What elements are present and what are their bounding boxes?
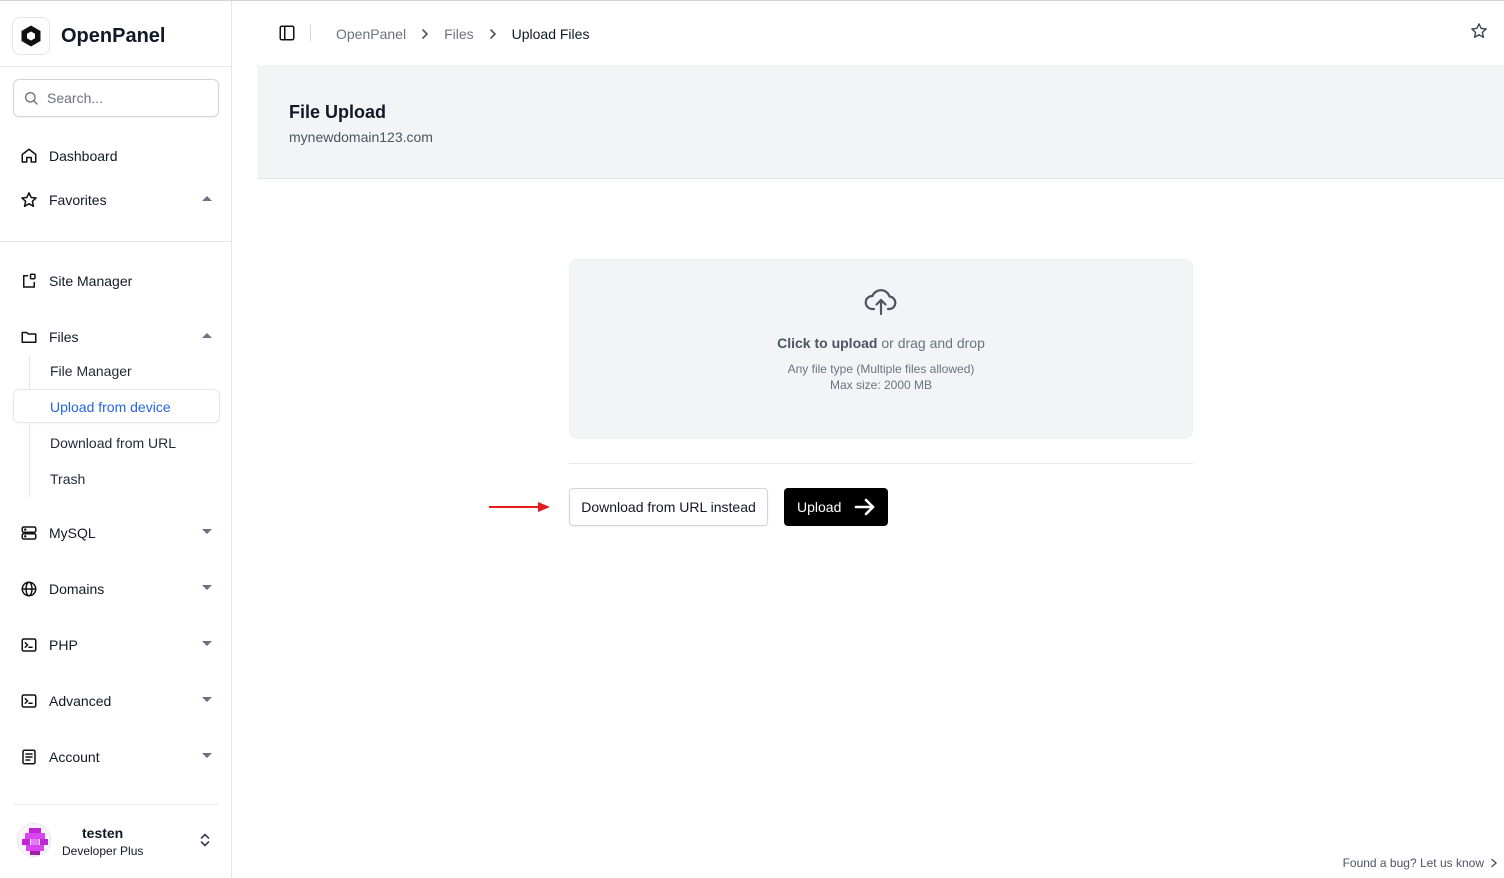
star-icon[interactable] (1470, 22, 1488, 40)
app-name: OpenPanel (61, 24, 166, 47)
sidebar-item-label: Advanced (49, 693, 112, 709)
click-to-upload-text[interactable]: Click to upload (777, 335, 877, 351)
user-plan: Developer Plus (62, 844, 144, 858)
bug-report-text: Found a bug? Let us know (1342, 856, 1484, 870)
sidebar-subitem-upload-from-device[interactable]: Upload from device (50, 397, 171, 417)
chevron-up-icon (202, 196, 212, 201)
divider (0, 241, 231, 242)
sidebar-item-mysql[interactable]: MySQL (20, 518, 212, 548)
sidebar-item-php[interactable]: PHP (20, 630, 212, 660)
breadcrumb-item[interactable]: Files (444, 26, 474, 42)
page-header: File Upload mynewdomain123.com (257, 65, 1504, 179)
upload-button-label: Upload (797, 499, 842, 515)
sidebar-item-label: PHP (49, 637, 78, 653)
chevron-right-icon (1491, 858, 1498, 868)
subnav-line (29, 355, 30, 497)
file-dropzone[interactable]: Click to upload or drag and drop Any fil… (569, 259, 1193, 439)
breadcrumb-current: Upload Files (511, 26, 590, 42)
arrow-right-icon (854, 498, 875, 516)
sidebar: OpenPanel Dashboard Favorites Site Manag… (0, 1, 232, 878)
sidebar-item-account[interactable]: Account (20, 742, 212, 772)
search-icon (25, 92, 38, 105)
account-icon (20, 748, 38, 766)
sidebar-item-label: Favorites (49, 192, 107, 208)
sidebar-item-label: Account (49, 749, 100, 765)
sidebar-item-advanced[interactable]: Advanced (20, 686, 212, 716)
divider (569, 463, 1193, 464)
sidebar-subitem-download-from-url[interactable]: Download from URL (50, 433, 176, 453)
home-icon (20, 147, 38, 165)
site-manager-icon (20, 272, 38, 290)
chevron-down-icon (202, 641, 212, 646)
upload-button[interactable]: Upload (784, 488, 888, 526)
avatar[interactable] (17, 823, 51, 857)
chevron-down-icon (202, 697, 212, 702)
max-size-hint: Max size: 2000 MB (829, 378, 933, 392)
divider (0, 66, 231, 67)
sidebar-subitem-trash[interactable]: Trash (50, 469, 85, 489)
sidebar-item-label: Domains (49, 581, 105, 597)
brand[interactable]: OpenPanel (12, 17, 165, 55)
chevron-up-icon (202, 333, 212, 338)
breadcrumb-item[interactable]: OpenPanel (336, 26, 406, 42)
search-input[interactable] (47, 90, 197, 106)
chevron-right-icon (488, 28, 498, 40)
page-subtitle: mynewdomain123.com (289, 129, 433, 145)
search-box[interactable] (13, 79, 219, 117)
openpanel-logo-icon (12, 17, 50, 55)
sidebar-item-site-manager[interactable]: Site Manager (20, 266, 212, 296)
cloud-upload-icon (864, 289, 897, 316)
chevron-down-icon (202, 529, 212, 534)
database-icon (20, 524, 38, 542)
drag-drop-text: or drag and drop (877, 335, 985, 351)
chevron-down-icon (202, 753, 212, 758)
terminal-icon (20, 636, 38, 654)
user-name: testen (82, 825, 124, 841)
sidebar-item-label: Dashboard (49, 148, 118, 164)
sidebar-toggle-icon[interactable] (278, 24, 296, 42)
sidebar-item-domains[interactable]: Domains (20, 574, 212, 604)
sidebar-item-dashboard[interactable]: Dashboard (20, 141, 212, 171)
divider (310, 25, 311, 41)
sidebar-item-label: MySQL (49, 525, 96, 541)
dropzone-instructions: Click to upload or drag and drop (570, 335, 1192, 351)
download-from-url-button[interactable]: Download from URL instead (569, 488, 768, 526)
breadcrumb: OpenPanel Files Upload Files (336, 25, 589, 43)
sidebar-item-label: Files (49, 329, 79, 345)
divider (13, 804, 219, 805)
sidebar-subitem-file-manager[interactable]: File Manager (50, 361, 132, 381)
sidebar-item-favorites[interactable]: Favorites (20, 185, 212, 215)
annotation-arrow-icon (489, 502, 550, 512)
globe-icon (20, 580, 38, 598)
bug-report-link[interactable]: Found a bug? Let us know (1343, 856, 1498, 870)
star-icon (20, 191, 38, 209)
page-title: File Upload (289, 102, 387, 122)
folder-icon (20, 328, 38, 346)
sidebar-item-files[interactable]: Files (20, 322, 212, 352)
chevron-down-icon (202, 585, 212, 590)
terminal-icon (20, 692, 38, 710)
sidebar-item-label: Site Manager (49, 273, 133, 289)
chevron-right-icon (420, 28, 430, 40)
file-type-hint: Any file type (Multiple files allowed) (787, 362, 975, 376)
top-bar: OpenPanel Files Upload Files (257, 1, 1504, 65)
chevrons-up-down-icon[interactable] (199, 832, 211, 848)
